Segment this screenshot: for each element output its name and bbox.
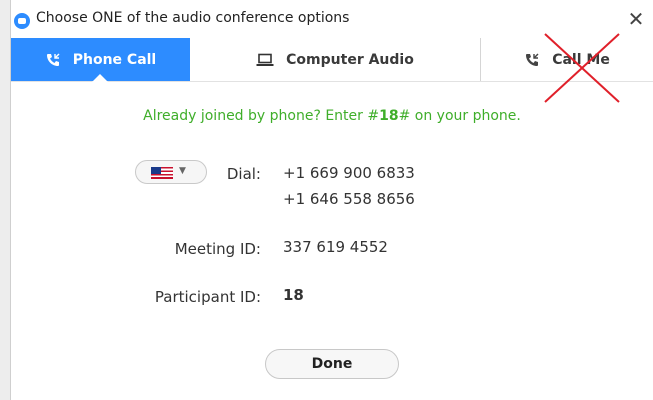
zoom-logo-icon [14, 13, 30, 29]
title-bar: Choose ONE of the audio conference optio… [11, 0, 653, 38]
tab-call-me-label: Call Me [552, 51, 610, 68]
close-button[interactable]: ✕ [623, 6, 649, 32]
phone-icon [524, 52, 540, 68]
us-flag-icon [151, 167, 173, 179]
audio-options-dialog: Choose ONE of the audio conference optio… [10, 0, 653, 400]
dial-label: Dial: [226, 165, 261, 183]
audio-tabs: Phone Call Computer Audio Call Me [11, 38, 653, 82]
tab-call-me[interactable]: Call Me [481, 38, 653, 81]
meeting-id-label: Meeting ID: [174, 240, 261, 258]
tab-computer-audio[interactable]: Computer Audio [190, 38, 481, 81]
window-title: Choose ONE of the audio conference optio… [36, 10, 350, 26]
phone-icon [45, 52, 61, 68]
done-button[interactable]: Done [265, 349, 399, 379]
tab-phone-call-label: Phone Call [72, 51, 157, 68]
participant-id-value: 18 [283, 286, 304, 304]
tab-phone-call[interactable]: Phone Call [11, 38, 190, 82]
meeting-id-value: 337 619 4552 [283, 238, 388, 256]
dial-number-1: +1 669 900 6833 [283, 164, 415, 182]
background-strip [0, 0, 10, 400]
phone-join-notice: Already joined by phone? Enter #18# on y… [11, 108, 653, 124]
notice-prefix: Already joined by phone? Enter # [143, 108, 380, 124]
notice-code: 18 [379, 108, 399, 124]
chevron-down-icon: ▼ [179, 166, 186, 176]
participant-id-label: Participant ID: [154, 288, 261, 306]
dial-number-2: +1 646 558 8656 [283, 190, 415, 208]
tab-computer-audio-label: Computer Audio [286, 51, 414, 68]
notice-suffix: # on your phone. [398, 108, 521, 124]
country-selector[interactable]: ▼ [135, 160, 207, 184]
laptop-icon [256, 53, 274, 67]
